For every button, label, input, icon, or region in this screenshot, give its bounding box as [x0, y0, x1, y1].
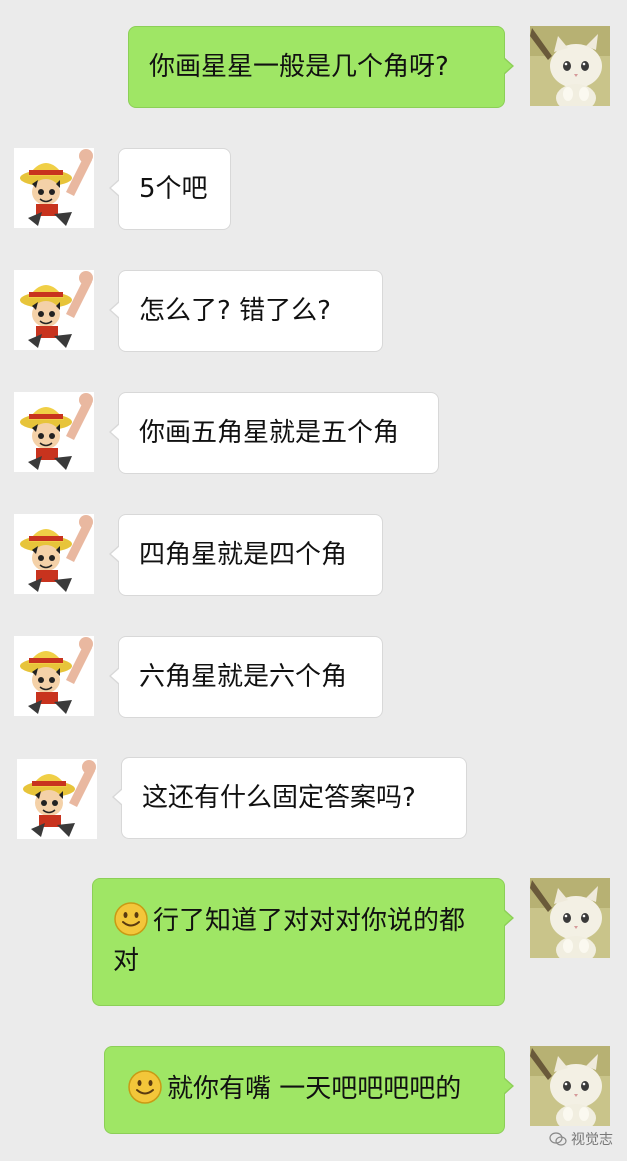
chat-bubble-incoming[interactable]: 这还有什么固定答案吗?: [112, 757, 467, 839]
kitten-avatar[interactable]: [530, 26, 610, 106]
wechat-icon: [549, 1132, 567, 1146]
message-text: 四角星就是四个角: [139, 540, 348, 570]
straw-hat-avatar[interactable]: [14, 392, 94, 472]
watermark: 视觉志: [549, 1129, 613, 1149]
message-text: 就你有嘴 一天吧吧吧吧的: [167, 1074, 462, 1104]
message-row: 这还有什么固定答案吗?: [0, 757, 627, 839]
watermark-text: 视觉志: [571, 1132, 613, 1148]
message-text: 行了知道了对对对你说的都对: [113, 906, 466, 976]
chat-bubble-incoming[interactable]: 四角星就是四个角: [109, 514, 383, 596]
message-text: 六角星就是六个角: [139, 662, 348, 692]
message-text: 你画五角星就是五个角: [139, 418, 400, 448]
chat-bubble-outgoing[interactable]: 就你有嘴 一天吧吧吧吧的: [104, 1046, 514, 1134]
message-text: 这还有什么固定答案吗?: [142, 783, 416, 813]
chat-bubble-incoming[interactable]: 怎么了? 错了么?: [109, 270, 383, 352]
straw-hat-avatar[interactable]: [14, 514, 94, 594]
message-row: 就你有嘴 一天吧吧吧吧的: [0, 1046, 627, 1136]
message-row: 你画五角星就是五个角: [0, 392, 627, 474]
message-row: 你画星星一般是几个角呀?: [0, 24, 627, 108]
straw-hat-avatar[interactable]: [17, 759, 97, 839]
message-text: 你画星星一般是几个角呀?: [149, 52, 449, 82]
kitten-avatar[interactable]: [530, 1046, 610, 1126]
smiley-emoji-icon: [113, 901, 149, 937]
message-row: 5个吧: [0, 148, 627, 230]
message-row: 六角星就是六个角: [0, 636, 627, 718]
message-row: 行了知道了对对对你说的都对: [0, 878, 627, 1008]
message-row: 怎么了? 错了么?: [0, 270, 627, 352]
straw-hat-avatar[interactable]: [14, 636, 94, 716]
message-text: 5个吧: [139, 174, 208, 204]
message-row: 四角星就是四个角: [0, 514, 627, 596]
chat-bubble-outgoing[interactable]: 你画星星一般是几个角呀?: [128, 26, 514, 108]
chat-bubble-incoming[interactable]: 5个吧: [109, 148, 231, 230]
chat-bubble-incoming[interactable]: 六角星就是六个角: [109, 636, 383, 718]
chat-bubble-incoming[interactable]: 你画五角星就是五个角: [109, 392, 439, 474]
chat-window: 你画星星一般是几个角呀? 5个吧 怎么了? 错了么? 你画五角星就是五个角 四角…: [0, 0, 627, 1161]
kitten-avatar[interactable]: [530, 878, 610, 958]
smiley-emoji-icon: [127, 1069, 163, 1105]
chat-bubble-outgoing[interactable]: 行了知道了对对对你说的都对: [92, 878, 514, 1006]
straw-hat-avatar[interactable]: [14, 270, 94, 350]
message-text: 怎么了? 错了么?: [139, 296, 331, 326]
straw-hat-avatar[interactable]: [14, 148, 94, 228]
